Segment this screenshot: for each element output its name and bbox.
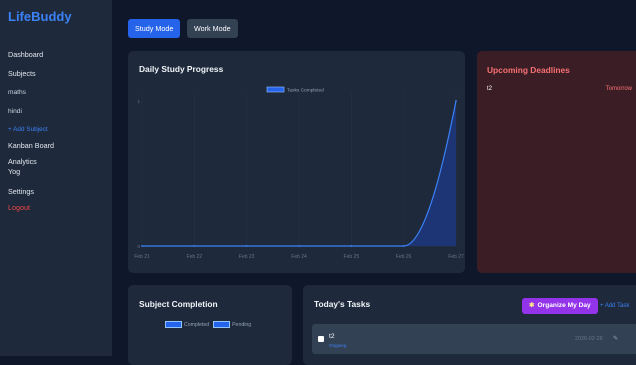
app-logo[interactable]: LifeBuddy: [8, 9, 72, 24]
edit-icon[interactable]: ✎: [613, 335, 618, 342]
todays-tasks-title: Today's Tasks: [314, 299, 371, 309]
upcoming-deadlines-title: Upcoming Deadlines: [487, 65, 570, 75]
data-point: [193, 245, 196, 247]
add-task-button[interactable]: + Add Task: [600, 303, 629, 309]
task-date: 2026-02-28: [575, 336, 603, 342]
sidebar-item-settings[interactable]: Settings: [8, 185, 54, 198]
logout-link[interactable]: Logout: [8, 201, 54, 214]
sidebar-item-kanban-board[interactable]: Kanban Board: [8, 139, 54, 152]
y-tick-label: 1: [137, 99, 140, 104]
y-tick-label: 0: [137, 244, 140, 249]
work-mode-button[interactable]: Work Mode: [187, 19, 238, 38]
x-tick-label: Feb 25: [344, 254, 360, 260]
legend-pending: Pending: [232, 321, 252, 328]
sidebar-nav: Dashboard Subjects maths hindi + Add Sub…: [8, 48, 54, 214]
sidebar-item-subjects[interactable]: Subjects: [8, 67, 54, 80]
x-tick-label: Feb 26: [396, 254, 412, 260]
sidebar-item-subject-maths[interactable]: maths: [8, 86, 54, 99]
deadline-task-name: t2: [487, 86, 493, 92]
study-mode-button[interactable]: Study Mode: [128, 19, 181, 38]
daily-study-progress-card: Daily Study Progress 1 0 Feb 21 Feb 22 Feb 2…: [128, 51, 465, 273]
legend-label-tasks-completed: Tasks Completed: [287, 88, 324, 94]
data-point: [455, 100, 457, 102]
subject-completion-title: Subject Completion: [139, 299, 218, 309]
pending-swatch: [213, 321, 231, 328]
deadline-due: Tomorrow: [605, 86, 632, 92]
todays-tasks-card: Today's Tasks ✱ Organize My Day + Add Tas…: [303, 285, 636, 365]
x-tick-label: Feb 22: [187, 254, 203, 260]
sidebar-item-dashboard[interactable]: Dashboard: [8, 48, 54, 61]
data-point: [350, 245, 353, 247]
legend-completed: Completed: [184, 321, 210, 328]
subject-completion-legend: Completed Pending: [165, 321, 251, 328]
sidebar-item-yog[interactable]: Yog: [8, 167, 54, 177]
daily-study-progress-chart: 1 0 Feb 21 Feb 22 Feb 23 Feb 24 Feb 25 Feb 26 Fe…: [134, 86, 464, 260]
x-tick-label: Feb 27: [448, 254, 464, 260]
sidebar-item-subject-hindi[interactable]: hindi: [8, 105, 54, 118]
task-name: t2: [329, 333, 335, 340]
data-point: [402, 245, 405, 247]
deadline-item[interactable]: t2 Tomorrow: [487, 86, 632, 92]
x-tick-label: Feb 21: [134, 254, 150, 260]
data-point: [245, 245, 248, 247]
task-checkbox[interactable]: [318, 336, 324, 342]
add-subject-link[interactable]: + Add Subject: [8, 123, 54, 136]
organize-my-day-label: Organize My Day: [537, 302, 591, 309]
task-item: t2 Ongoing 2026-02-28 ✎: [312, 324, 636, 354]
sidebar: LifeBuddy Dashboard Subjects maths hindi…: [0, 0, 112, 356]
x-tick-label: Feb 23: [239, 254, 255, 260]
data-point: [141, 245, 143, 247]
main-content: Study Mode Work Mode Daily Study Progres…: [112, 0, 636, 365]
x-tick-label: Feb 24: [291, 254, 307, 260]
sparkle-icon: ✱: [529, 302, 535, 309]
subject-completion-card: Subject Completion Completed Pending: [128, 285, 292, 365]
sidebar-item-analytics[interactable]: Analytics: [8, 157, 54, 167]
task-status: Ongoing: [329, 343, 347, 348]
completed-swatch: [165, 321, 182, 328]
legend-swatch-tasks-completed: [266, 86, 285, 93]
organize-my-day-button[interactable]: ✱ Organize My Day: [522, 298, 598, 314]
upcoming-deadlines-card: Upcoming Deadlines t2 Tomorrow: [477, 51, 636, 273]
data-point: [298, 245, 300, 247]
